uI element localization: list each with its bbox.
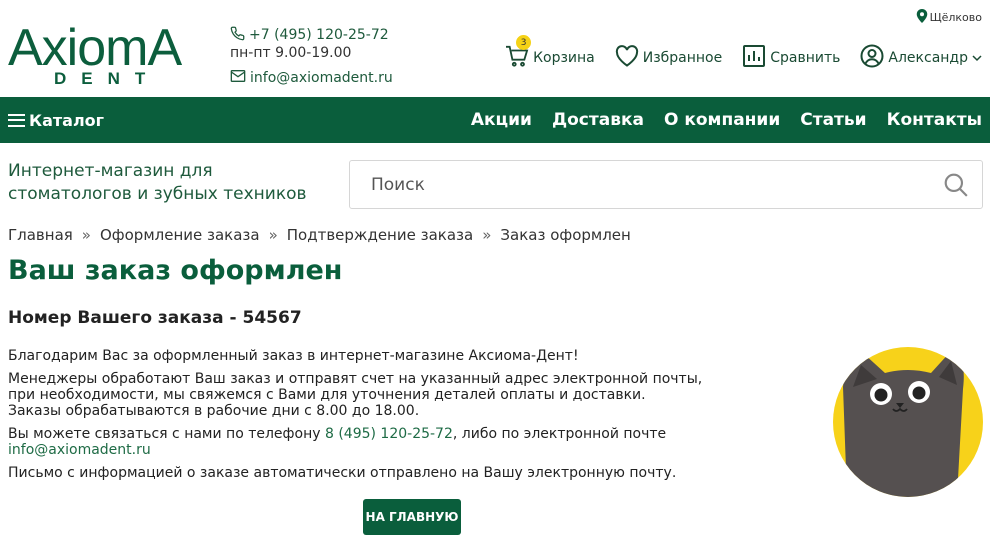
city-name: Щёлково [929, 11, 982, 24]
phone-icon [230, 26, 245, 45]
location-pin-icon [916, 9, 928, 26]
city-selector[interactable]: Щёлково [916, 9, 982, 26]
managers-text: Менеджеры обработают Ваш заказ и отправя… [8, 371, 808, 419]
phone-link[interactable]: +7 (495) 120-25-72 [230, 26, 393, 44]
auto-email-text: Письмо с информацией о заказе автоматиче… [8, 465, 677, 481]
heart-icon [615, 45, 639, 71]
search-input[interactable] [350, 161, 936, 208]
order-number: Номер Вашего заказа - 54567 [8, 308, 302, 328]
working-hours: пн-пт 9.00-19.00 [230, 44, 352, 61]
breadcrumb-current: Заказ оформлен [500, 226, 631, 244]
nav-link-about[interactable]: О компании [664, 110, 780, 130]
header-actions: 3 Корзина Избранное Сравнить Александр [485, 35, 982, 72]
favorites-label: Избранное [642, 50, 723, 66]
search-icon[interactable] [936, 165, 976, 205]
contact-email-link[interactable]: info@axiomadent.ru [8, 442, 151, 458]
order-message: Благодарим Вас за оформленный заказ в ин… [8, 348, 808, 488]
processing-hours: Заказы обрабатываются в рабочие дни с 8.… [8, 403, 420, 419]
contact-prefix: Вы можете связаться с нами по телефону [8, 426, 325, 442]
home-button[interactable]: НА ГЛАВНУЮ [363, 499, 461, 535]
nav-link-delivery[interactable]: Доставка [552, 110, 644, 130]
email-address: info@axiomadent.ru [250, 70, 393, 86]
breadcrumb-confirmation[interactable]: Подтверждение заказа [287, 226, 473, 244]
breadcrumb-separator: » [482, 226, 492, 244]
menu-icon [8, 113, 25, 127]
catalog-button[interactable]: Каталог [8, 97, 104, 143]
managers-info: Менеджеры обработают Ваш заказ и отправя… [8, 371, 703, 403]
nav-link-promotions[interactable]: Акции [471, 110, 532, 130]
header-contacts: +7 (495) 120-25-72 пн-пт 9.00-19.00 info… [230, 26, 393, 87]
logo-wordmark: AxiomA [8, 19, 182, 77]
catalog-label: Каталог [29, 110, 105, 130]
compare-button[interactable]: Сравнить [742, 44, 840, 72]
breadcrumb-checkout[interactable]: Оформление заказа [100, 226, 260, 244]
nav-links: Акции Доставка О компании Статьи Контакт… [471, 97, 982, 143]
thanks-text: Благодарим Вас за оформленный заказ в ин… [8, 348, 579, 364]
breadcrumb-separator: » [81, 226, 91, 244]
user-menu[interactable]: Александр [860, 44, 982, 72]
email-link[interactable]: info@axiomadent.ru [230, 69, 393, 87]
main-nav: Каталог Акции Доставка О компании Статьи… [0, 97, 990, 143]
contact-phone-link[interactable]: 8 (495) 120-25-72 [325, 426, 453, 442]
user-icon [860, 44, 884, 72]
contact-text: Вы можете связаться с нами по телефону 8… [8, 426, 808, 458]
nav-link-contacts[interactable]: Контакты [887, 110, 982, 130]
search-bar [349, 160, 983, 209]
logo-subtitle: DENT [54, 69, 161, 88]
user-name: Александр [888, 50, 968, 66]
cart-button[interactable]: 3 Корзина [505, 35, 595, 71]
brand-logo[interactable]: AxiomA DENT [8, 22, 198, 92]
nav-link-articles[interactable]: Статьи [800, 110, 866, 130]
breadcrumb-home[interactable]: Главная [8, 226, 73, 244]
contact-middle: , либо по электронной почте [452, 426, 667, 442]
compare-label: Сравнить [770, 50, 841, 66]
mail-icon [230, 69, 246, 87]
page-title: Ваш заказ оформлен [8, 255, 343, 286]
compare-chart-icon [742, 44, 766, 72]
breadcrumb: Главная » Оформление заказа » Подтвержде… [8, 226, 631, 244]
phone-number: +7 (495) 120-25-72 [249, 27, 389, 43]
cat-mascot-icon [833, 347, 983, 497]
breadcrumb-separator: » [268, 226, 278, 244]
favorites-button[interactable]: Избранное [615, 45, 723, 71]
chevron-down-icon [972, 50, 982, 66]
cart-label: Корзина [533, 50, 595, 66]
store-tagline: Интернет-магазин для стоматологов и зубн… [8, 161, 307, 204]
cart-count-badge: 3 [516, 35, 532, 50]
